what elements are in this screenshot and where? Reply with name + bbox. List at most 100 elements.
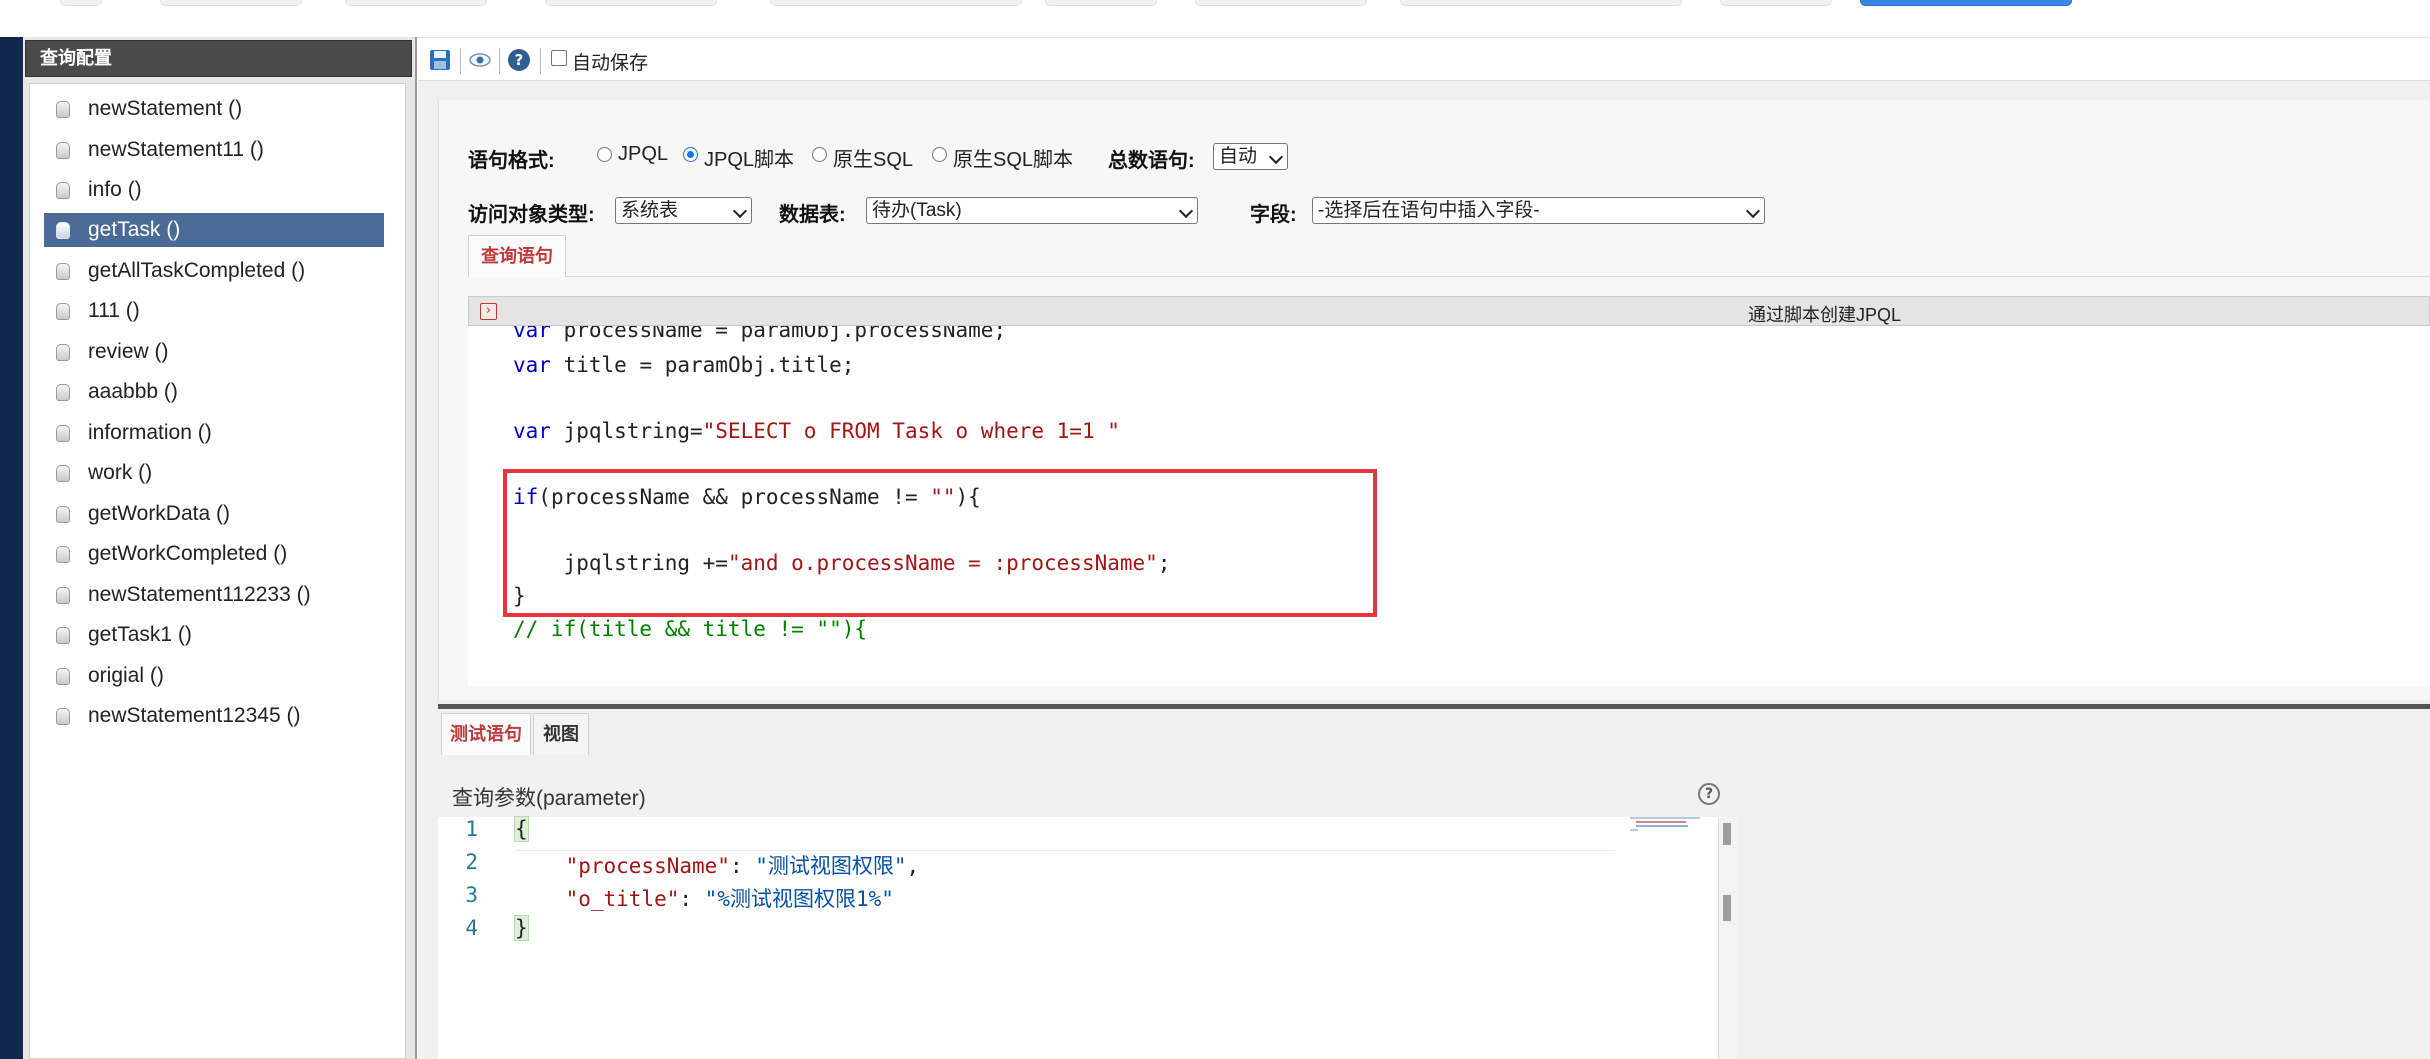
parameter-header: 查询参数(parameter) ?	[438, 775, 1738, 818]
sidebar-item[interactable]: info ()	[44, 173, 384, 207]
help-icon[interactable]: ?	[1698, 783, 1720, 805]
chevron-down-icon	[1745, 203, 1761, 219]
autosave-checkbox[interactable]	[551, 50, 567, 66]
parameter-json-editor[interactable]: 1 2 3 4 { "processName": "测试视图权限", "o_ti…	[438, 816, 1718, 1059]
radio-label: 原生SQL	[833, 149, 914, 171]
sidebar-item[interactable]: origial ()	[44, 659, 384, 693]
tab-query-statement[interactable]: 查询语句	[468, 235, 566, 277]
editor-header-title: 通过脚本创建JPQL	[1748, 305, 1902, 325]
database-icon	[56, 263, 70, 280]
top-tab-stub[interactable]	[1400, 0, 1682, 6]
sidebar-item[interactable]: newStatement ()	[44, 92, 384, 126]
scrollbar-thumb[interactable]	[1723, 823, 1731, 845]
sidebar-item-label: newStatement12345 ()	[88, 704, 301, 727]
autosave-label: 自动保存	[572, 53, 649, 74]
sidebar-item-label: newStatement11 ()	[88, 138, 264, 161]
json-line: {	[514, 816, 529, 842]
tab-strip-line	[468, 276, 2430, 277]
database-icon	[56, 182, 70, 199]
sidebar-item[interactable]: 111 ()	[44, 294, 384, 328]
sidebar-item-label: getWorkCompleted ()	[88, 542, 288, 565]
code-line: var jpqlstring="SELECT o FROM Task o whe…	[513, 419, 1120, 443]
toolbar-divider	[460, 48, 461, 74]
table-select[interactable]: 待办(Task)	[866, 197, 1198, 224]
editor-minimap[interactable]	[1630, 817, 1718, 837]
sidebar-item[interactable]: review ()	[44, 335, 384, 369]
code-line: var processName = paramObj.processName;	[513, 326, 1007, 342]
collapse-icon[interactable]: ›	[480, 303, 497, 320]
scrollbar-thumb[interactable]	[1723, 895, 1731, 921]
sidebar-item[interactable]: getWorkCompleted ()	[44, 537, 384, 571]
sidebar-item-label: work ()	[88, 461, 153, 484]
sidebar-item[interactable]: newStatement11 ()	[44, 133, 384, 167]
sidebar-item[interactable]: work ()	[44, 456, 384, 490]
param-scrollbar[interactable]	[1718, 817, 1739, 1059]
editor-header: › 通过脚本创建JPQL	[468, 296, 2430, 326]
format-label: 语句格式:	[468, 150, 555, 172]
help-icon[interactable]: ?	[507, 48, 531, 72]
line-number: 3	[465, 883, 478, 907]
tab-view[interactable]: 视图	[533, 713, 589, 755]
sidebar-item-label: aaabbb ()	[88, 380, 178, 403]
json-line: }	[514, 915, 529, 941]
tab-test-statement[interactable]: 测试语句	[441, 713, 531, 755]
database-icon	[56, 627, 70, 644]
database-icon	[56, 101, 70, 118]
count-select-value: 自动	[1219, 146, 1258, 167]
object-type-label: 访问对象类型:	[468, 204, 595, 226]
sidebar-item-selected[interactable]: getTask ()	[44, 213, 384, 247]
top-tab-stub[interactable]	[160, 0, 302, 6]
radio-jpql-script[interactable]	[683, 147, 698, 162]
sidebar-item-label: information ()	[88, 421, 212, 444]
radio-native-sql[interactable]	[812, 147, 827, 162]
object-type-select[interactable]: 系统表	[615, 197, 752, 224]
radio-native-sql-script[interactable]	[932, 147, 947, 162]
top-tab-stub[interactable]	[1720, 0, 1832, 6]
sidebar-item[interactable]: getWorkData ()	[44, 497, 384, 531]
top-tab-stub[interactable]	[545, 0, 717, 6]
top-tab-stub[interactable]	[1045, 0, 1157, 6]
database-icon	[56, 668, 70, 685]
svg-text:?: ?	[515, 51, 524, 69]
radio-label: JPQL脚本	[704, 149, 795, 171]
line-number: 1	[465, 817, 478, 841]
database-icon	[56, 425, 70, 442]
sidebar-item-label: newStatement112233 ()	[88, 583, 311, 606]
sidebar-item[interactable]: newStatement112233 ()	[44, 578, 384, 612]
eye-icon[interactable]	[468, 48, 492, 72]
top-tab-stub[interactable]	[770, 0, 1022, 6]
sidebar-item-label: newStatement ()	[88, 97, 243, 120]
sidebar-item[interactable]: information ()	[44, 416, 384, 450]
sidebar-item-label: getTask1 ()	[88, 623, 192, 646]
sidebar-item[interactable]: aaabbb ()	[44, 375, 384, 409]
sidebar-item[interactable]: getTask1 ()	[44, 618, 384, 652]
sidebar-item-label: info ()	[88, 178, 142, 201]
highlight-annotation-box	[503, 469, 1377, 617]
top-tab-stub[interactable]	[1195, 0, 1367, 6]
sidebar-item[interactable]: newStatement12345 ()	[44, 699, 384, 733]
top-tab-stub[interactable]	[60, 0, 102, 6]
parameter-title: 查询参数(parameter)	[452, 787, 646, 810]
database-icon	[56, 142, 70, 159]
left-navigation-bar	[0, 37, 23, 1059]
field-label: 字段:	[1250, 204, 1297, 226]
line-number: 2	[465, 850, 478, 874]
top-tab-stub[interactable]	[345, 0, 487, 6]
count-select[interactable]: 自动	[1213, 143, 1288, 170]
database-icon	[56, 303, 70, 320]
sidebar-item-label: getAllTaskCompleted ()	[88, 259, 306, 282]
top-action-button[interactable]	[1860, 0, 2072, 6]
sidebar-item-label: 111 ()	[88, 299, 140, 322]
field-select[interactable]: -选择后在语句中插入字段-	[1312, 197, 1765, 224]
save-icon[interactable]	[428, 48, 452, 72]
database-icon	[56, 344, 70, 361]
sidebar-item[interactable]: getAllTaskCompleted ()	[44, 254, 384, 288]
line-number: 4	[465, 916, 478, 940]
toolbar: ? 自动保存	[418, 40, 2430, 81]
database-icon	[56, 465, 70, 482]
object-type-select-value: 系统表	[621, 200, 679, 221]
sidebar-item-label: origial ()	[88, 664, 164, 687]
radio-jpql[interactable]	[597, 147, 612, 162]
code-line: var title = paramObj.title;	[513, 353, 855, 377]
database-icon	[56, 708, 70, 725]
